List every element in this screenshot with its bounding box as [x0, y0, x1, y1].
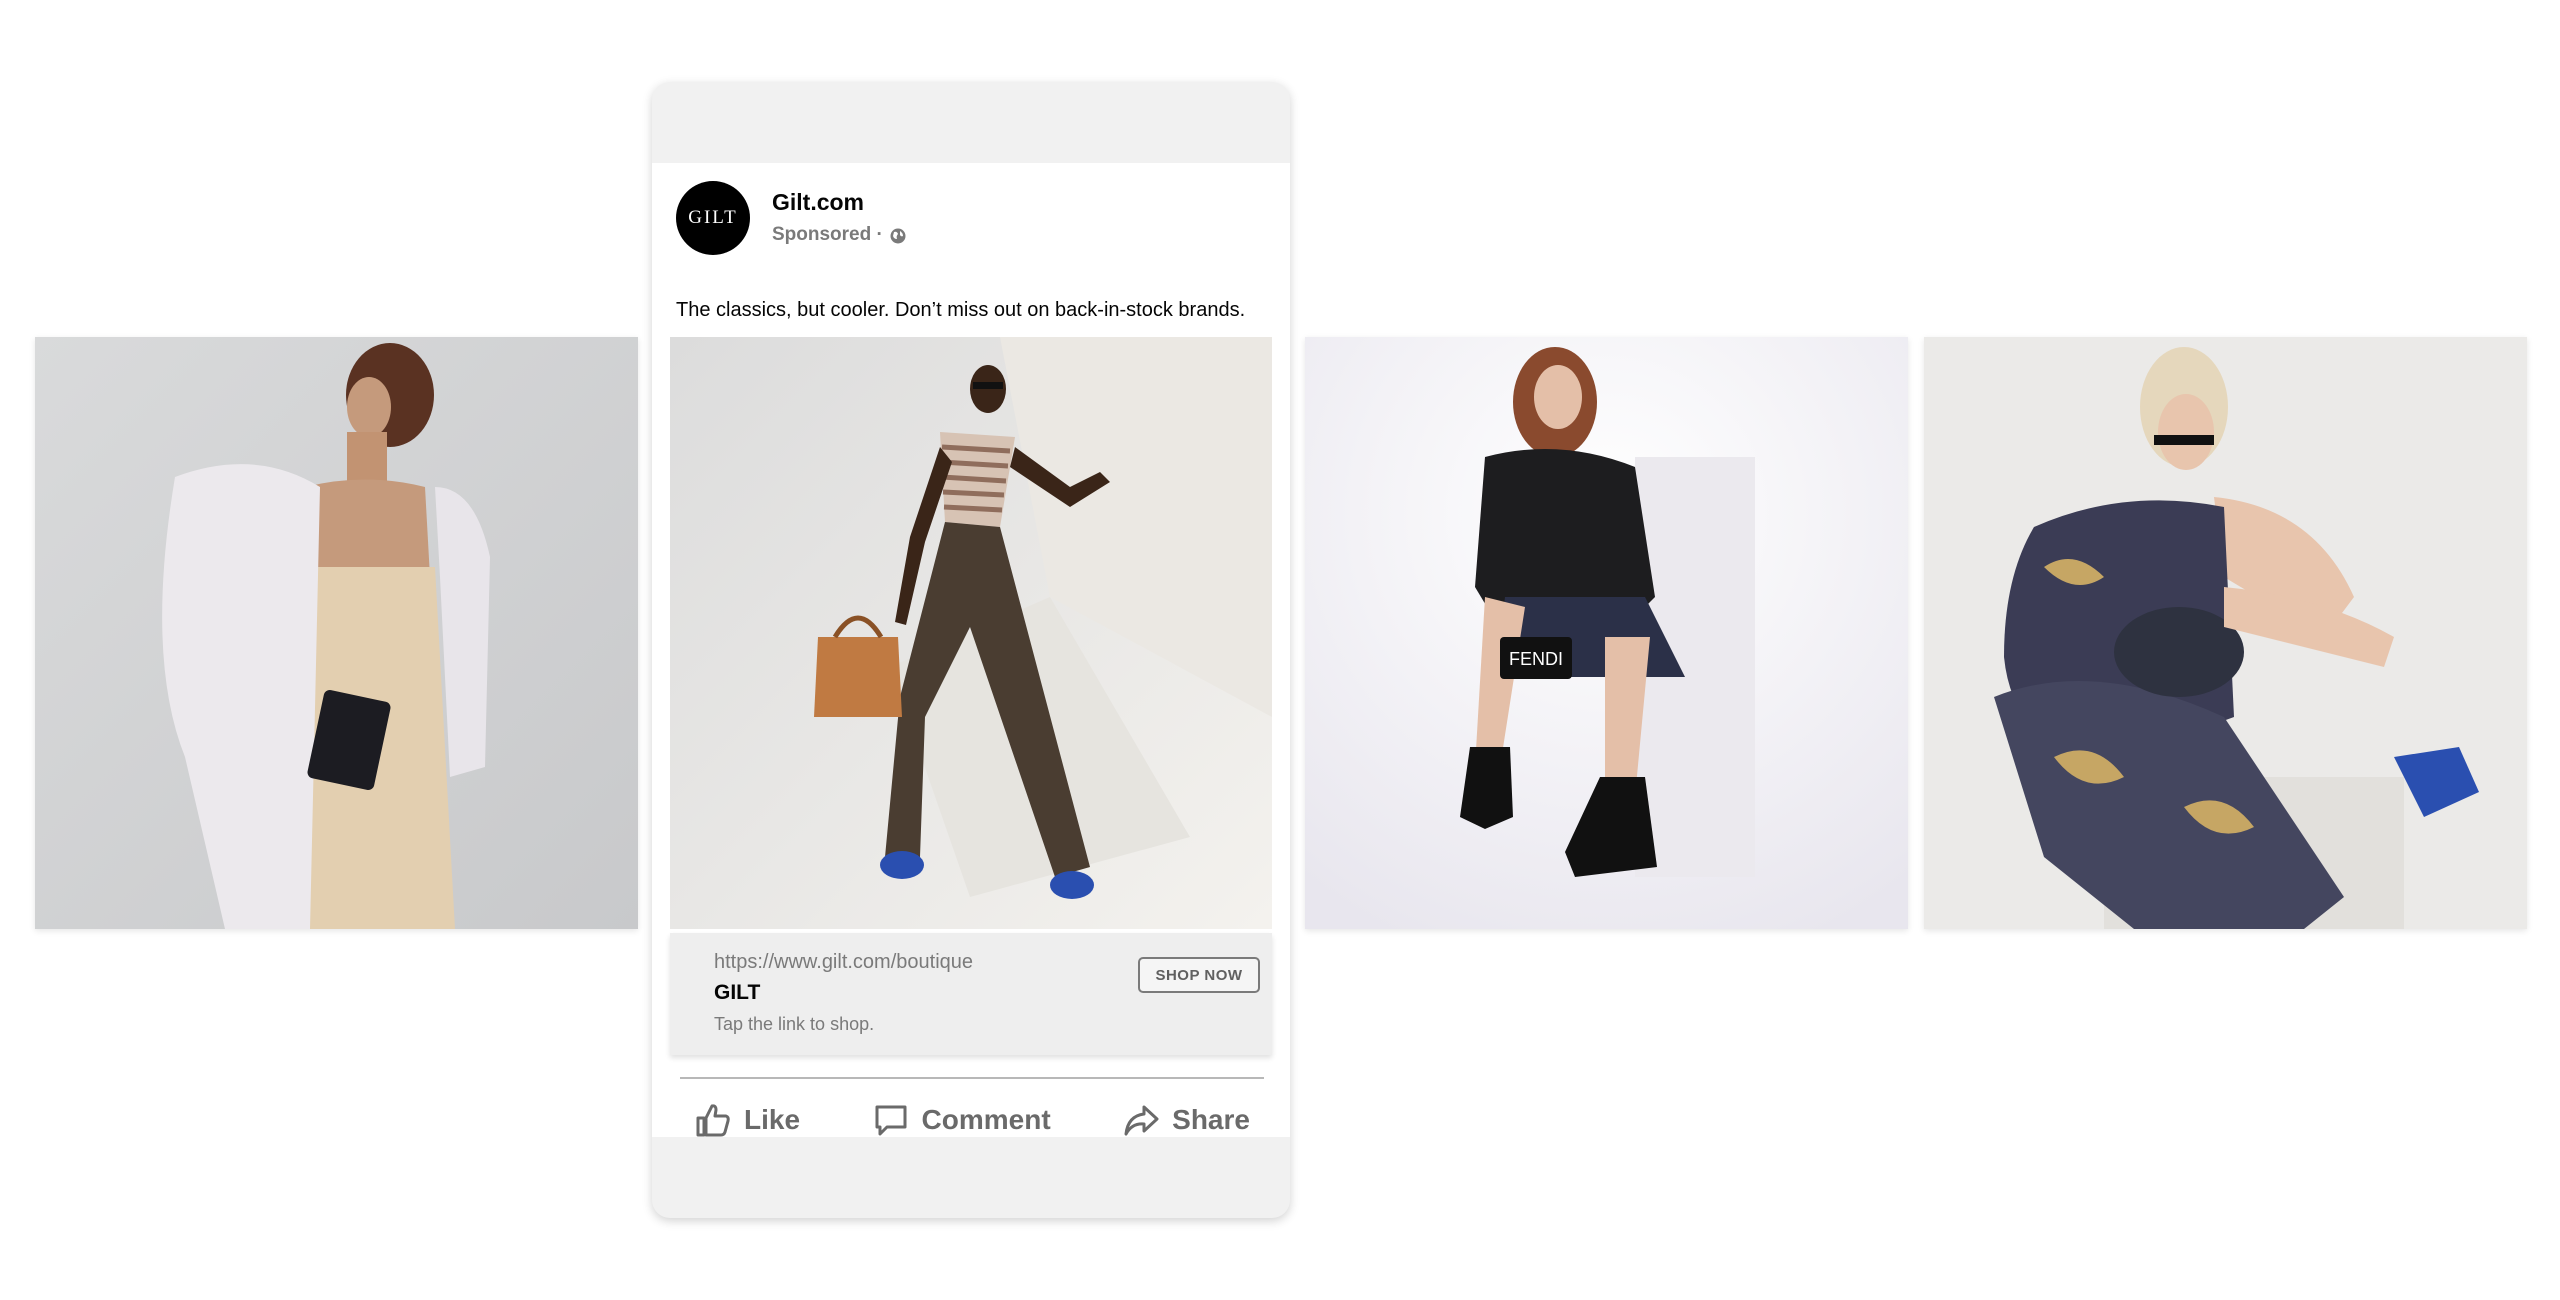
photo-model-striped-top [670, 337, 1272, 929]
sponsored-line: Sponsored · [772, 221, 907, 249]
link-url[interactable]: https://www.gilt.com/boutique [714, 951, 973, 974]
comment-button[interactable]: Comment [858, 1101, 1065, 1139]
post-actions-bar: Like Comment Share [680, 1082, 1264, 1158]
carousel-image-4 [1924, 337, 2527, 929]
carousel-image-3: FENDI [1305, 337, 1908, 929]
advertiser-name[interactable]: Gilt.com [772, 187, 907, 217]
shop-now-button[interactable]: SHOP NOW [1138, 957, 1260, 993]
photo-model-leather-jacket: FENDI [1305, 337, 1908, 929]
advertiser-logo-text: GILT [688, 207, 738, 228]
link-title[interactable]: GILT [714, 981, 760, 1005]
thumbs-up-icon [696, 1104, 730, 1137]
carousel-image-2[interactable] [670, 337, 1272, 929]
photo-model-white-blazer [35, 337, 638, 929]
like-button[interactable]: Like [680, 1101, 814, 1139]
like-label: Like [744, 1104, 801, 1135]
post-meta: Gilt.com Sponsored · [772, 187, 907, 249]
carousel-image-1 [35, 337, 638, 929]
post-header: GILT Gilt.com Sponsored · [676, 179, 907, 257]
globe-icon [889, 226, 907, 244]
ad-preview-stage: GILT Gilt.com Sponsored · The classics, [0, 0, 2560, 1300]
photo-model-paisley-outfit [1924, 337, 2527, 929]
share-label: Share [1172, 1104, 1250, 1135]
share-arrow-icon [1124, 1105, 1159, 1136]
advertiser-avatar[interactable]: GILT [676, 181, 750, 255]
comment-bubble-icon [875, 1105, 907, 1136]
link-preview-card[interactable]: https://www.gilt.com/boutique GILT Tap t… [670, 933, 1272, 1055]
actions-divider [680, 1077, 1264, 1079]
phone-frame: GILT Gilt.com Sponsored · The classics, [652, 82, 1290, 1218]
sponsored-label: Sponsored · [772, 224, 883, 245]
post-primary-text: The classics, but cooler. Don’t miss out… [676, 299, 1246, 321]
comment-label: Comment [921, 1104, 1051, 1135]
link-description: Tap the link to shop. [714, 1014, 875, 1034]
svg-text:FENDI: FENDI [1509, 649, 1563, 669]
share-button[interactable]: Share [1108, 1101, 1264, 1139]
